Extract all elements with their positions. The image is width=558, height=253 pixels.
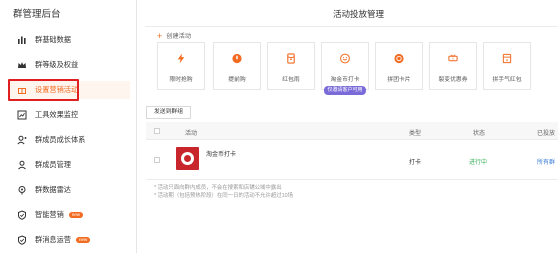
coin-logo-icon — [181, 152, 194, 165]
column-header-type: 类型 — [409, 131, 422, 137]
row-checkbox[interactable] — [154, 157, 160, 163]
select-all-checkbox[interactable] — [154, 128, 160, 134]
card-red-packet-rain[interactable]: 红包雨 — [267, 42, 315, 90]
sidebar-item-label: 群基础数据 — [35, 35, 71, 44]
card-fission-coupon[interactable]: 裂变优惠券 — [429, 42, 477, 90]
sidebar-item-smart-marketing[interactable]: 智能营销 new — [8, 206, 130, 224]
header-divider — [145, 26, 558, 27]
bar-chart-icon — [16, 34, 28, 46]
create-activity-text: 创建活动 — [166, 33, 192, 40]
column-header-activity: 活动 — [185, 131, 198, 137]
activity-type: 打卡 — [409, 160, 422, 166]
card-group-buy[interactable]: 拼团卡片 — [375, 42, 423, 90]
highlight-box — [8, 79, 79, 101]
card-label: 淘金币打卡 — [330, 77, 360, 83]
card-flash-sale[interactable]: 限时抢购 — [157, 42, 205, 90]
svg-text:¥: ¥ — [506, 58, 509, 62]
sidebar-item-levels[interactable]: 群等级及权益 — [8, 56, 130, 74]
activity-thumbnail — [176, 147, 199, 170]
monitor-chart-icon — [16, 109, 28, 121]
table-header — [146, 122, 558, 140]
status-badge: 进行中 — [469, 160, 488, 166]
deployed-groups-link[interactable]: 所有群 — [537, 157, 555, 166]
user-growth-icon — [16, 134, 28, 146]
table-row — [146, 140, 558, 180]
send-to-group-button[interactable]: 发送到群组 — [146, 106, 191, 119]
column-header-status: 状态 — [473, 131, 486, 137]
lightning-icon — [177, 53, 185, 64]
sidebar-item-growth[interactable]: 群成员成长体系 — [8, 131, 130, 149]
card-label: 拼团卡片 — [387, 77, 411, 83]
card-pre-purchase[interactable]: 提前购 — [213, 42, 261, 90]
sidebar-item-label: 智能营销 — [35, 210, 64, 219]
invite-only-tag: 仅邀请客户可用 — [324, 86, 366, 95]
radar-icon — [16, 184, 28, 196]
shield-check-icon — [16, 209, 28, 221]
sidebar-item-members[interactable]: 群成员管理 — [8, 156, 130, 174]
note-line: * 活动只面向群内成员，不会在搜索和店铺公域中露出 — [154, 185, 282, 191]
crown-icon — [16, 59, 28, 71]
sidebar-item-label: 群等级及权益 — [35, 60, 79, 69]
sidebar-item-basic-data[interactable]: 群基础数据 — [8, 31, 130, 49]
card-label: 提前购 — [228, 77, 246, 83]
clock-circle-icon — [232, 53, 242, 64]
new-badge: new — [75, 237, 91, 243]
lucky-packet-icon: ¥ — [502, 53, 512, 64]
shield-check-icon — [16, 234, 28, 246]
sidebar-item-label: 群消息运营 — [35, 235, 71, 244]
user-icon — [16, 159, 28, 171]
create-activity-label: + 创建活动 — [157, 31, 191, 40]
column-header-deployed: 已投放 — [537, 131, 556, 137]
coupon-icon — [448, 54, 458, 62]
sidebar-title: 群管理后台 — [13, 9, 61, 20]
red-packet-icon — [287, 53, 295, 64]
sidebar-item-label: 工具效果监控 — [35, 110, 79, 119]
card-label: 裂变优惠券 — [438, 77, 468, 83]
new-badge: new — [68, 212, 84, 218]
sidebar-item-label: 群数据雷达 — [35, 185, 71, 194]
page-title: 活动投放管理 — [333, 9, 385, 19]
notes: * 活动只面向群内成员，不会在搜索和店铺公域中露出 * 活动期（包括预热阶段）在… — [154, 184, 293, 200]
note-line: * 活动期（包括预热阶段）在同一日的活动不允许超过10场 — [154, 193, 293, 199]
activity-name: 淘金币打卡 — [206, 152, 237, 158]
sidebar-item-label: 群成员成长体系 — [35, 135, 86, 144]
card-coin-checkin[interactable]: 淘金币打卡 — [321, 42, 369, 90]
coin-checkin-icon — [340, 53, 350, 64]
card-label: 红包雨 — [282, 77, 300, 83]
sidebar-item-message-ops[interactable]: 群消息运营 new — [8, 231, 130, 249]
sidebar-item-radar[interactable]: 群数据雷达 — [8, 181, 130, 199]
card-label: 限时抢购 — [169, 77, 193, 83]
sidebar-item-label: 群成员管理 — [35, 160, 71, 169]
group-buy-icon — [394, 53, 404, 64]
plus-icon: + — [157, 30, 163, 41]
card-label: 拼手气红包 — [492, 77, 522, 83]
card-lucky-red-packet[interactable]: ¥ 拼手气红包 — [483, 42, 531, 90]
sidebar-item-tool-monitor[interactable]: 工具效果监控 — [8, 106, 130, 124]
